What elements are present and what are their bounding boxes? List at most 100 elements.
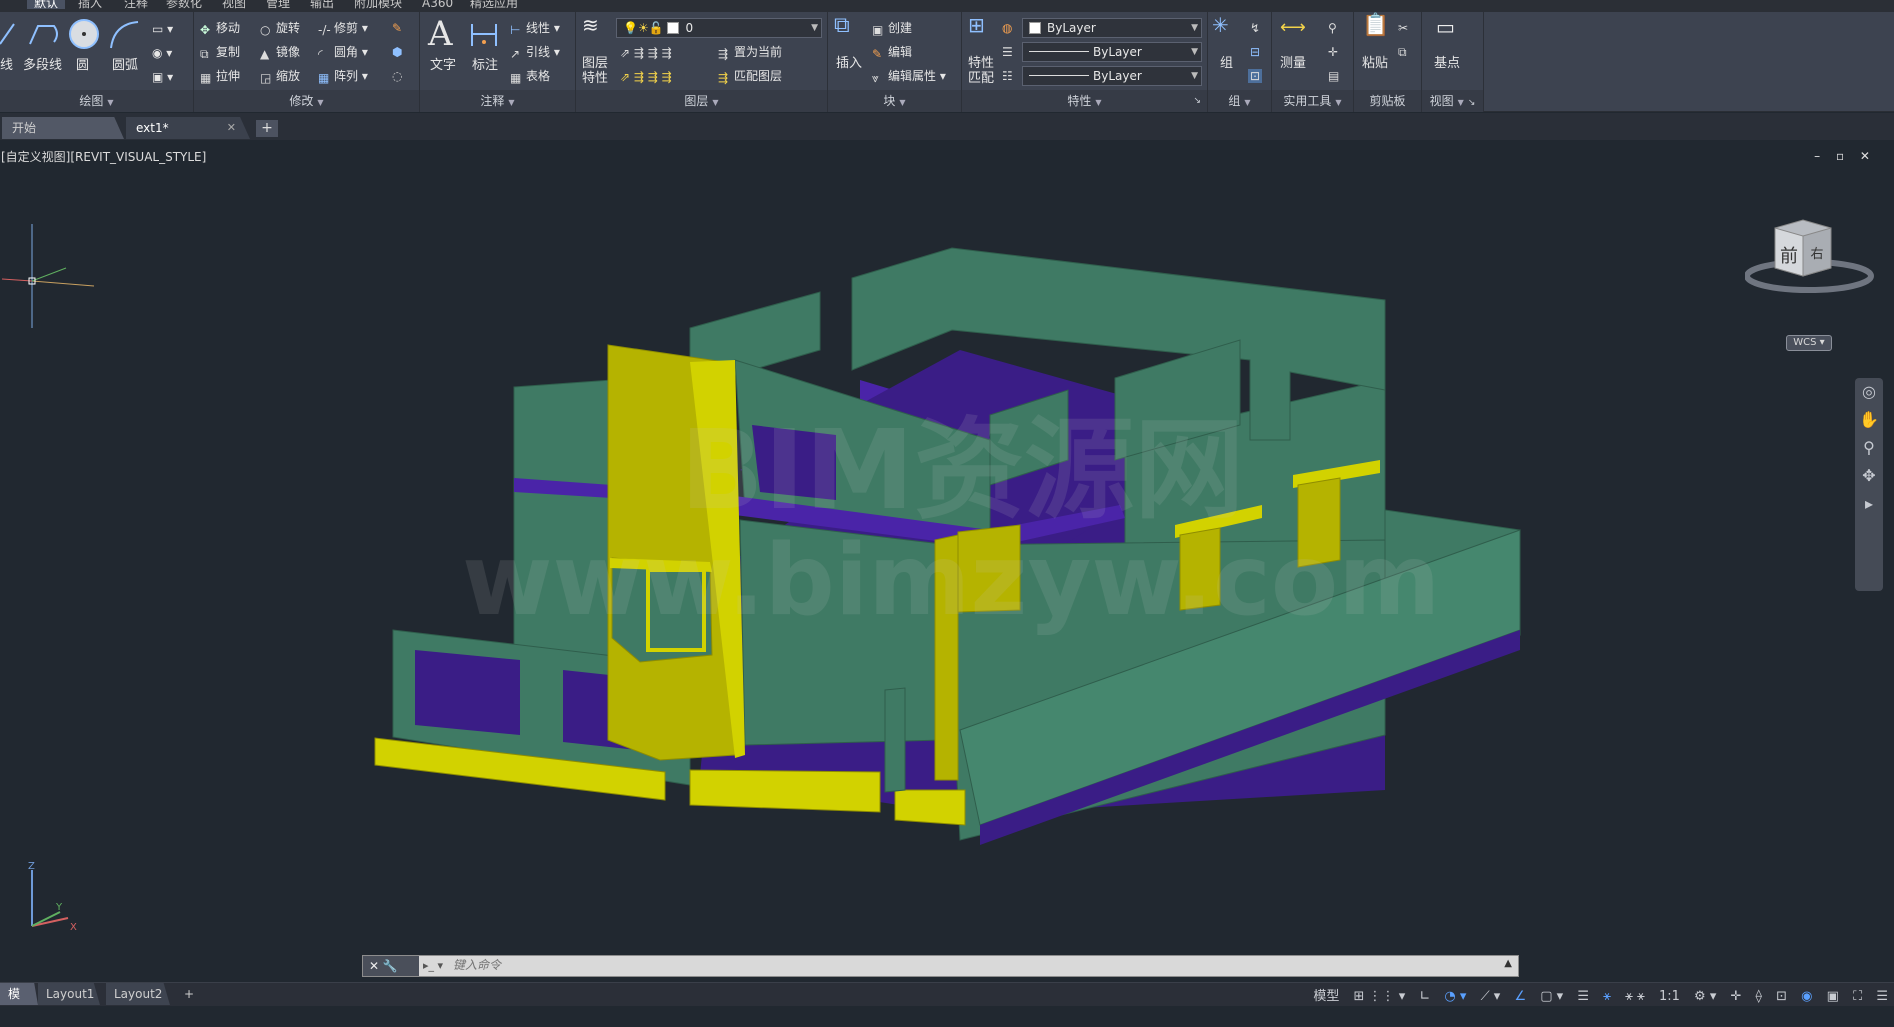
create-block-button[interactable]: ▣ 创建 [872, 21, 912, 37]
panel-clipboard-title[interactable]: 剪贴板 [1354, 90, 1421, 112]
lineweight-status-icon[interactable]: ∠ [1514, 989, 1526, 1004]
tab-default[interactable]: 默认 [27, 0, 66, 9]
autoscale-icon[interactable]: ⚹ ⚹ [1625, 989, 1645, 1004]
command-input[interactable] [453, 958, 1353, 972]
basepoint-button[interactable]: 基点 [1434, 56, 1460, 71]
clean-screen-icon[interactable]: ⛶ [1853, 989, 1862, 1004]
explode-icon[interactable]: ⬢ [392, 45, 402, 59]
tab-insert[interactable]: 插入 [78, 0, 102, 9]
paste-button[interactable]: 粘贴 [1362, 56, 1388, 71]
circle-button[interactable]: 圆 [76, 58, 89, 73]
make-current-button[interactable]: ⇶ 置为当前 [718, 45, 782, 61]
linetype-dropdown[interactable]: ByLayer ▼ [1022, 42, 1202, 62]
command-line[interactable]: ✕ 🔧 ▸_ ▾ ▲ [362, 955, 1519, 977]
mirror-button[interactable]: ▲ 镜像 [260, 45, 300, 61]
snap-icon[interactable]: ∟ [1419, 989, 1430, 1004]
linear-button[interactable]: ⊢ 线性 ▾ [510, 21, 560, 37]
panel-groups-title[interactable]: 组 ▼ [1208, 90, 1271, 112]
layer-tools-row2[interactable]: ⇗ ⇶ ⇶ ⇶ [620, 70, 672, 84]
annotation-visibility-icon[interactable]: ☰ [1577, 989, 1589, 1004]
cut-icon[interactable]: ✂ [1398, 21, 1408, 35]
hardware-accel-icon[interactable]: ▣ [1827, 989, 1839, 1004]
tab-view[interactable]: 视图 [222, 0, 246, 9]
wcs-menu[interactable]: WCS ▾ [1786, 335, 1832, 351]
quick-select-icon[interactable]: ⚲ [1328, 21, 1337, 35]
grid-icon[interactable]: ⊞ ⋮⋮ ▾ [1354, 989, 1406, 1004]
calculator-icon[interactable]: ▤ [1328, 69, 1339, 83]
tab-a360[interactable]: A360 [422, 0, 453, 9]
match-properties-button[interactable]: 特性 匹配 [968, 56, 994, 86]
scale-button[interactable]: ◲ 缩放 [260, 69, 300, 85]
layer-properties-button[interactable]: 图层 特性 [582, 56, 608, 86]
polar-icon[interactable]: ◔ ▾ [1444, 989, 1466, 1004]
lineweight-dropdown[interactable]: ByLayer ▼ [1022, 66, 1202, 86]
dimension-button[interactable]: 标注 [472, 58, 498, 73]
array-button[interactable]: ▦ 阵列 ▾ [318, 69, 368, 85]
tab-annotate[interactable]: 注释 [124, 0, 148, 9]
annotation-monitor-icon[interactable]: ✛ [1731, 989, 1742, 1004]
customize-icon[interactable]: ☰ [1876, 989, 1888, 1004]
table-button[interactable]: ▦ 表格 [510, 69, 550, 85]
polyline-button[interactable]: 多段线 [23, 58, 62, 73]
quick-props-icon[interactable]: ⊡ [1776, 989, 1787, 1004]
panel-block-title[interactable]: 块 ▼ [828, 90, 961, 112]
group-select-icon[interactable]: ⊡ [1248, 69, 1263, 83]
stretch-button[interactable]: ▦ 拉伸 [200, 69, 240, 85]
fillet-button[interactable]: ◜ 圆角 ▾ [318, 45, 368, 61]
edit-block-button[interactable]: ✎ 编辑 [872, 45, 912, 61]
copy-button[interactable]: ⧉ 复制 [200, 45, 240, 61]
tab-addons[interactable]: 附加模块 [354, 0, 402, 9]
units-icon[interactable]: ⟠ [1756, 989, 1762, 1004]
workspace-gear-icon[interactable]: ⚙ ▾ [1694, 989, 1716, 1004]
panel-layers-title[interactable]: 图层 ▼ [576, 90, 827, 112]
panel-draw-title[interactable]: 绘图 ▼ [0, 90, 193, 112]
tab-parametric[interactable]: 参数化 [166, 0, 202, 9]
group-edit-icon[interactable]: ⊟ [1250, 45, 1260, 59]
leader-button[interactable]: ↗ 引线 ▾ [510, 45, 560, 61]
insert-button[interactable]: 插入 [836, 56, 862, 71]
line-button[interactable]: 线 [0, 58, 13, 73]
panel-modify-title[interactable]: 修改 ▼ [194, 90, 419, 112]
match-layer-button[interactable]: ⇶ 匹配图层 [718, 69, 782, 85]
panel-annotation-title[interactable]: 注释 ▼ [420, 90, 575, 112]
hatch-icon[interactable]: ◉ ▾ [152, 46, 172, 60]
close-tab-icon[interactable]: ✕ [227, 117, 236, 139]
scale-value[interactable]: 1:1 [1659, 989, 1680, 1004]
isolate-icon[interactable]: ◉ [1801, 989, 1812, 1004]
copy-clip-icon[interactable]: ⧉ [1398, 45, 1407, 59]
layout-tab-layout1[interactable]: Layout1 [38, 983, 100, 1005]
text-button[interactable]: 文字 [430, 58, 456, 73]
arc-button[interactable]: 圆弧 [112, 58, 138, 73]
rectangle-icon[interactable]: ▭ ▾ [152, 22, 173, 36]
annotation-scale-icon[interactable]: ⚹ [1603, 989, 1611, 1004]
command-line-tools[interactable]: ✕ 🔧 [363, 956, 419, 976]
id-point-icon[interactable]: ✛ [1328, 45, 1338, 59]
measure-button[interactable]: 测量 [1280, 56, 1306, 71]
selection-cycle-icon[interactable]: ▢ ▾ [1540, 989, 1563, 1004]
offset-icon[interactable]: ◌ [392, 69, 402, 83]
command-history-arrow[interactable]: ▲ [1504, 958, 1512, 969]
layer-dropdown[interactable]: 💡☀🔓 0 ▼ [616, 18, 822, 38]
new-tab-button[interactable]: + [256, 120, 278, 137]
panel-utilities-title[interactable]: 实用工具 ▼ [1272, 90, 1353, 112]
trim-button[interactable]: -/- 修剪 ▾ [318, 21, 368, 37]
layer-tools-row1[interactable]: ⇗ ⇶ ⇶ ⇶ [620, 46, 672, 60]
region-icon[interactable]: ▣ ▾ [152, 70, 173, 84]
edit-attributes-button[interactable]: ⩔ 编辑属性 ▾ [872, 69, 946, 85]
tab-manage[interactable]: 管理 [266, 0, 290, 9]
ungroup-icon[interactable]: ↯ [1250, 21, 1260, 35]
erase-icon[interactable]: ✎ [392, 21, 402, 35]
rotate-button[interactable]: ○ 旋转 [260, 21, 300, 37]
model-space-toggle[interactable]: 模型 [1313, 989, 1339, 1004]
osnap-icon[interactable]: ⟋ ▾ [1481, 989, 1501, 1004]
move-button[interactable]: ✥ 移动 [200, 21, 240, 37]
panel-view-title[interactable]: 视图 ▼ ↘ [1422, 90, 1483, 112]
tab-file[interactable]: ext1* ✕ [126, 117, 250, 139]
layout-tab-layout2[interactable]: Layout2 [106, 983, 170, 1005]
panel-properties-title[interactable]: 特性 ▼ ↘ [962, 90, 1207, 112]
navigation-bar[interactable]: ◎ ✋ ⚲ ✥ ▸ [1855, 378, 1883, 591]
tab-output[interactable]: 输出 [310, 0, 334, 9]
viewcube[interactable]: 前 右 [1745, 218, 1879, 298]
tab-featured-apps[interactable]: 精选应用 [470, 0, 518, 9]
group-button[interactable]: 组 [1220, 56, 1233, 71]
